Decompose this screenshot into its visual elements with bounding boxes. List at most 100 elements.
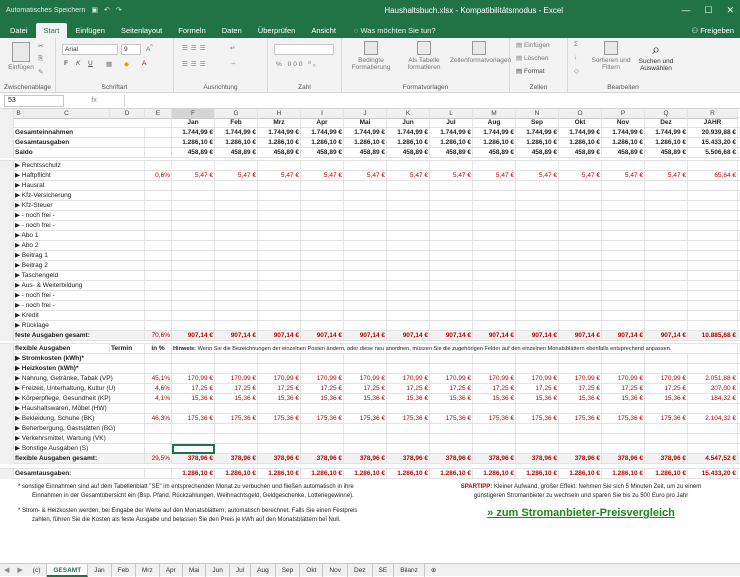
percent-cell[interactable]: 0,6% bbox=[145, 171, 172, 181]
value-cell[interactable]: 1.286,10 € bbox=[430, 469, 473, 479]
percent-cell[interactable] bbox=[145, 201, 172, 211]
conditional-formatting-button[interactable]: Bedingte Formatierung bbox=[346, 41, 396, 71]
value-cell[interactable]: 907,14 € bbox=[602, 331, 645, 341]
row-header[interactable] bbox=[0, 211, 14, 221]
value-cell[interactable] bbox=[559, 211, 602, 221]
value-cell[interactable] bbox=[258, 404, 301, 414]
row-label[interactable]: ▶ Haushaltswaren, Möbel (HW) bbox=[14, 404, 145, 414]
value-cell[interactable]: 15,36 € bbox=[344, 394, 387, 404]
value-cell[interactable] bbox=[430, 201, 473, 211]
value-cell[interactable] bbox=[516, 311, 559, 321]
row-label[interactable]: ▶ Nahrung, Getränke, Tabak (VP) bbox=[14, 374, 145, 384]
value-cell[interactable] bbox=[473, 434, 516, 444]
add-sheet-icon[interactable]: ⊕ bbox=[425, 564, 442, 577]
value-cell[interactable] bbox=[473, 271, 516, 281]
value-cell[interactable]: 17,25 € bbox=[387, 384, 430, 394]
value-cell[interactable] bbox=[602, 191, 645, 201]
row-label[interactable]: ▶ Beherbergung, Gaststätten (BG) bbox=[14, 424, 145, 434]
percent-cell[interactable]: 45,1% bbox=[145, 374, 172, 384]
value-cell[interactable] bbox=[215, 251, 258, 261]
value-cell[interactable] bbox=[602, 281, 645, 291]
value-cell[interactable] bbox=[688, 241, 738, 251]
row-label[interactable]: ▶ Taschengeld bbox=[14, 271, 145, 281]
value-cell[interactable] bbox=[387, 444, 430, 454]
tab-seitenlayout[interactable]: Seitenlayout bbox=[113, 23, 170, 38]
value-cell[interactable]: 1.286,10 € bbox=[645, 469, 688, 479]
value-cell[interactable] bbox=[172, 281, 215, 291]
percent-cell[interactable] bbox=[145, 191, 172, 201]
value-cell[interactable]: 170,99 € bbox=[215, 374, 258, 384]
value-cell[interactable] bbox=[645, 181, 688, 191]
value-cell[interactable]: 378,96 € bbox=[516, 454, 559, 464]
value-cell[interactable] bbox=[688, 271, 738, 281]
value-cell[interactable]: 15,36 € bbox=[430, 394, 473, 404]
row-label[interactable]: ▶ Kfz-Steuer bbox=[14, 201, 145, 211]
value-cell[interactable] bbox=[559, 241, 602, 251]
value-cell[interactable]: 1.744,99 € bbox=[602, 128, 645, 138]
tell-me-search[interactable]: ◌ Was möchten Sie tun? bbox=[354, 23, 436, 38]
value-cell[interactable] bbox=[516, 181, 559, 191]
value-cell[interactable]: 378,96 € bbox=[258, 454, 301, 464]
row-header[interactable] bbox=[0, 424, 14, 434]
percent-cell[interactable] bbox=[145, 434, 172, 444]
value-cell[interactable]: 175,36 € bbox=[602, 414, 645, 424]
value-cell[interactable] bbox=[258, 161, 301, 171]
value-cell[interactable] bbox=[344, 434, 387, 444]
value-cell[interactable]: 15,36 € bbox=[215, 394, 258, 404]
value-cell[interactable]: 378,96 € bbox=[559, 454, 602, 464]
format-as-table-button[interactable]: Als Tabelle formatieren bbox=[400, 41, 448, 71]
tab-datei[interactable]: Datei bbox=[2, 23, 36, 38]
value-cell[interactable] bbox=[473, 424, 516, 434]
value-cell[interactable] bbox=[602, 444, 645, 454]
value-cell[interactable] bbox=[688, 161, 738, 171]
percent-cell[interactable] bbox=[145, 321, 172, 331]
value-cell[interactable] bbox=[688, 434, 738, 444]
month-header[interactable]: Apr bbox=[301, 118, 344, 128]
value-cell[interactable] bbox=[473, 404, 516, 414]
value-cell[interactable]: 1.744,99 € bbox=[215, 128, 258, 138]
value-cell[interactable] bbox=[215, 291, 258, 301]
font-name-select[interactable]: Arial bbox=[62, 44, 118, 55]
value-cell[interactable] bbox=[301, 404, 344, 414]
row-label[interactable]: ▶ Sonstige Ausgaben (S) bbox=[14, 444, 145, 454]
value-cell[interactable]: 1.744,99 € bbox=[172, 128, 215, 138]
value-cell[interactable] bbox=[645, 211, 688, 221]
value-cell[interactable] bbox=[688, 211, 738, 221]
row-header[interactable] bbox=[0, 118, 14, 128]
font-color-icon[interactable]: A bbox=[142, 60, 146, 67]
value-cell[interactable] bbox=[473, 311, 516, 321]
value-cell[interactable] bbox=[645, 251, 688, 261]
tab-formeln[interactable]: Formeln bbox=[170, 23, 214, 38]
value-cell[interactable] bbox=[301, 191, 344, 201]
percent-cell[interactable]: 70,6% bbox=[145, 331, 172, 341]
value-cell[interactable] bbox=[516, 231, 559, 241]
value-cell[interactable]: 2.051,88 € bbox=[688, 374, 738, 384]
value-cell[interactable]: 907,14 € bbox=[516, 331, 559, 341]
value-cell[interactable]: 15,36 € bbox=[645, 394, 688, 404]
value-cell[interactable] bbox=[516, 364, 559, 374]
value-cell[interactable] bbox=[301, 161, 344, 171]
value-cell[interactable]: 17,25 € bbox=[602, 384, 645, 394]
row-label[interactable]: ▶ - noch frei - bbox=[14, 301, 145, 311]
value-cell[interactable] bbox=[387, 301, 430, 311]
value-cell[interactable]: 458,89 € bbox=[258, 148, 301, 158]
row-label[interactable]: Saldo bbox=[14, 148, 145, 158]
value-cell[interactable]: 175,36 € bbox=[473, 414, 516, 424]
minimize-icon[interactable]: — bbox=[681, 5, 690, 16]
value-cell[interactable] bbox=[258, 301, 301, 311]
value-cell[interactable] bbox=[387, 201, 430, 211]
value-cell[interactable] bbox=[258, 444, 301, 454]
value-cell[interactable]: 1.744,99 € bbox=[430, 128, 473, 138]
value-cell[interactable] bbox=[602, 291, 645, 301]
value-cell[interactable]: 17,25 € bbox=[172, 384, 215, 394]
value-cell[interactable]: 458,89 € bbox=[387, 148, 430, 158]
value-cell[interactable] bbox=[344, 191, 387, 201]
value-cell[interactable] bbox=[387, 231, 430, 241]
value-cell[interactable] bbox=[645, 321, 688, 331]
value-cell[interactable] bbox=[258, 434, 301, 444]
row-header[interactable] bbox=[0, 261, 14, 271]
value-cell[interactable] bbox=[215, 261, 258, 271]
month-header[interactable]: Sep bbox=[516, 118, 559, 128]
sheet-tab-okt[interactable]: Okt bbox=[300, 563, 324, 577]
value-cell[interactable]: 458,89 € bbox=[215, 148, 258, 158]
